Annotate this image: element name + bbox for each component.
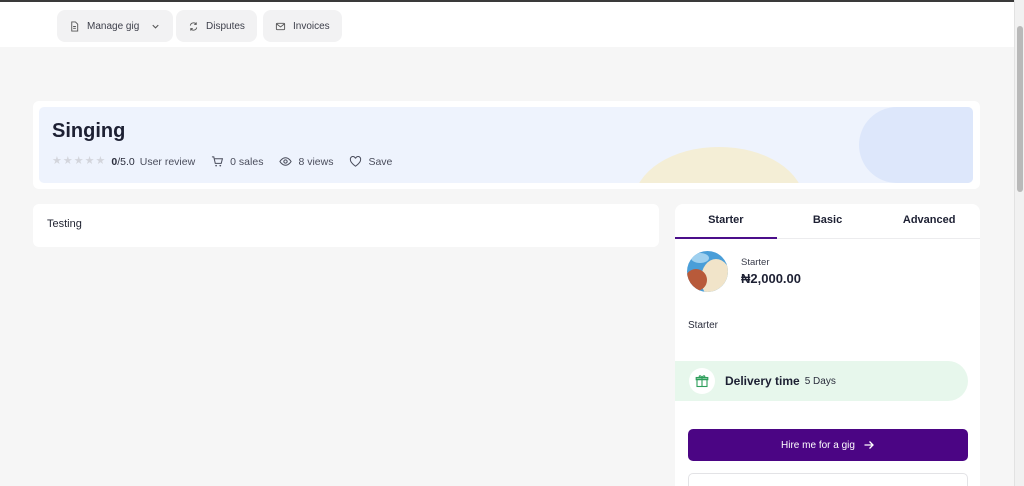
gig-description-card: Testing xyxy=(33,204,659,247)
save-button[interactable]: Save xyxy=(349,155,392,168)
document-icon xyxy=(71,20,79,32)
delivery-time-value: 5 Days xyxy=(804,375,836,387)
cart-icon xyxy=(212,156,224,167)
star-icon: ★ xyxy=(73,155,84,167)
package-summary: Starter ₦2,000.00 xyxy=(687,251,801,292)
page-scrollbar[interactable] xyxy=(1014,0,1024,486)
package-card: Starter Basic Advanced Starter ₦2,000.00… xyxy=(675,204,980,486)
disputes-button[interactable]: Disputes xyxy=(176,10,257,42)
star-icon: ★ xyxy=(95,155,106,167)
views-count: 8 views xyxy=(279,155,333,168)
rating-stars: ★ ★ ★ ★ ★ xyxy=(52,156,105,167)
delivery-time-banner: Delivery time 5 Days xyxy=(675,361,968,401)
tab-starter[interactable]: Starter xyxy=(675,204,777,239)
invoices-button[interactable]: Invoices xyxy=(263,10,342,42)
hire-button[interactable]: Hire me for a gig xyxy=(688,429,968,461)
hire-button-label: Hire me for a gig xyxy=(781,439,855,451)
heart-icon xyxy=(350,155,362,167)
gift-icon-wrapper xyxy=(689,368,715,394)
decorative-shape xyxy=(859,107,973,183)
decorative-shape xyxy=(634,147,804,183)
manage-gig-button[interactable]: Manage gig xyxy=(57,10,174,42)
scrollbar-thumb[interactable] xyxy=(1017,26,1023,192)
secondary-action-button[interactable] xyxy=(688,473,968,486)
views-label: 8 views xyxy=(298,155,334,168)
gig-description: Testing xyxy=(47,218,82,230)
eye-icon xyxy=(279,157,293,166)
package-name: Starter xyxy=(741,257,770,268)
package-price: ₦2,000.00 xyxy=(741,271,801,286)
star-icon: ★ xyxy=(84,155,95,167)
star-icon: ★ xyxy=(52,155,62,167)
package-description: Starter xyxy=(688,320,719,331)
sales-count: 0 sales xyxy=(211,155,263,168)
top-bar: Manage gig Disputes Invoices xyxy=(0,0,1014,47)
tab-advanced[interactable]: Advanced xyxy=(878,204,980,238)
package-tabs: Starter Basic Advanced xyxy=(675,204,980,239)
gig-title: Singing xyxy=(52,120,126,142)
user-review-label: User review xyxy=(139,155,196,168)
refresh-icon xyxy=(189,21,198,31)
sales-label: 0 sales xyxy=(230,155,264,168)
rating-max: /5.0 xyxy=(117,155,135,168)
chevron-down-icon xyxy=(152,24,159,29)
delivery-time-label: Delivery time xyxy=(725,374,800,388)
gift-icon xyxy=(695,375,709,388)
invoices-label: Invoices xyxy=(293,20,330,32)
mail-icon xyxy=(275,22,286,30)
gig-header-banner: Singing ★ ★ ★ ★ ★ 0 /5.0 User review 0 sales… xyxy=(39,107,973,183)
gig-header-card: Singing ★ ★ ★ ★ ★ 0 /5.0 User review 0 sales… xyxy=(33,101,980,189)
manage-gig-label: Manage gig xyxy=(87,20,140,32)
tab-basic[interactable]: Basic xyxy=(777,204,879,238)
disputes-label: Disputes xyxy=(206,20,245,32)
gig-meta: ★ ★ ★ ★ ★ 0 /5.0 User review 0 sales 8 views… xyxy=(52,155,392,168)
star-icon: ★ xyxy=(62,155,73,167)
save-label: Save xyxy=(368,155,393,168)
arrow-right-icon xyxy=(864,441,874,449)
package-image xyxy=(687,251,728,292)
